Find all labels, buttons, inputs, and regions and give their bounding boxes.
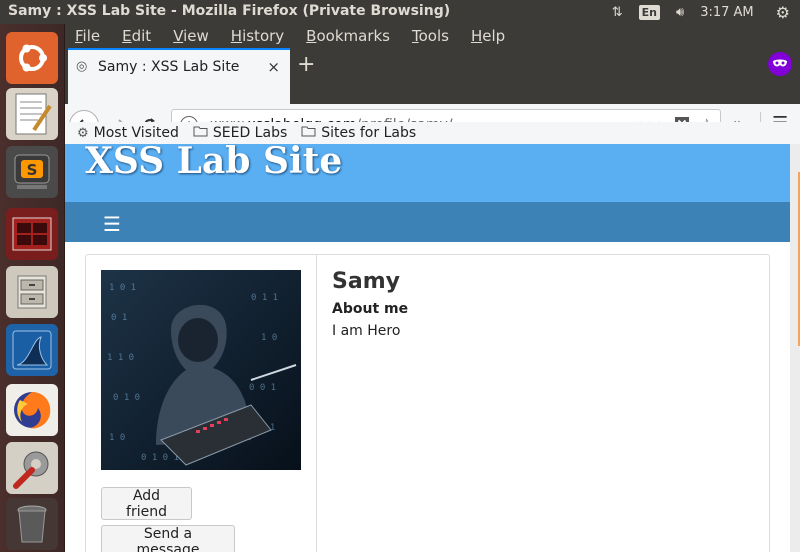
window-title: Samy : XSS Lab Site - Mozilla Firefox (P… <box>8 3 451 19</box>
about-me-label: About me <box>332 301 409 317</box>
page-viewport: XSS Lab Site ☰ 1 0 1 0 1 1 1 0 0 1 0 1 0 0… <box>65 144 790 552</box>
svg-text:0 0 1: 0 0 1 <box>249 383 276 393</box>
sublime-icon[interactable]: S <box>6 146 58 198</box>
wireshark-icon[interactable] <box>6 324 58 376</box>
tab-bar: ◎ Samy : XSS Lab Site × + i www.xsslabel… <box>65 48 800 146</box>
mask-icon <box>773 59 787 67</box>
firefox-logo-icon <box>14 392 51 429</box>
folder-icon <box>301 125 316 141</box>
ubuntu-logo-icon <box>19 44 47 72</box>
private-browsing-icon <box>768 52 792 76</box>
firefox-icon[interactable] <box>6 384 58 436</box>
unity-launcher: S <box>0 24 65 552</box>
bookmark-sites-for-labs[interactable]: Sites for Labs <box>301 125 416 141</box>
text-editor-icon[interactable] <box>6 88 58 140</box>
profile-sidebar: 1 0 10 11 1 0 0 1 01 0 0 1 11 00 0 1 1 1… <box>86 255 317 552</box>
firefox-window: File Edit View History Bookmarks Tools H… <box>65 24 800 552</box>
bookmark-most-visited[interactable]: ⚙ Most Visited <box>77 125 179 141</box>
avatar[interactable]: 1 0 10 11 1 0 0 1 01 0 0 1 11 00 0 1 1 1… <box>101 270 301 470</box>
folder-icon <box>193 125 208 141</box>
menu-view[interactable]: View <box>173 27 209 45</box>
new-tab-button[interactable]: + <box>297 52 315 77</box>
system-top-panel: Samy : XSS Lab Site - Mozilla Firefox (P… <box>0 0 800 24</box>
tab-title: Samy : XSS Lab Site <box>98 59 240 75</box>
trash-can-icon <box>17 505 47 543</box>
system-tray: ⇅ En 🔊︎ 3:17 AM ⚙ <box>604 0 800 24</box>
svg-text:1 0 1: 1 0 1 <box>109 283 136 293</box>
wireshark-fin-icon <box>12 330 52 370</box>
bookmark-label: Sites for Labs <box>321 125 417 141</box>
menu-bookmarks[interactable]: Bookmarks <box>306 27 390 45</box>
profile-name: Samy <box>332 269 400 294</box>
clock[interactable]: 3:17 AM <box>700 5 753 20</box>
svg-text:1 1 0: 1 1 0 <box>107 353 134 363</box>
send-message-button[interactable]: Send a message <box>101 525 235 552</box>
add-friend-button[interactable]: Add friend <box>101 487 192 520</box>
file-cabinet-icon <box>17 275 47 309</box>
gear-icon: ⚙ <box>77 125 89 141</box>
keyboard-layout-indicator[interactable]: En <box>638 4 661 20</box>
folder-shape-icon <box>301 126 316 137</box>
network-icon[interactable]: ⇅ <box>612 5 623 20</box>
menubar: File Edit View History Bookmarks Tools H… <box>65 24 800 48</box>
site-menu-icon[interactable]: ☰ <box>103 212 121 236</box>
terminal-icon[interactable] <box>6 208 58 260</box>
bookmark-label: Most Visited <box>93 125 179 141</box>
ubuntu-icon[interactable] <box>6 32 58 84</box>
menu-history[interactable]: History <box>231 27 284 45</box>
svg-text:0 1 1: 0 1 1 <box>251 293 278 303</box>
volume-icon[interactable]: 🔊︎ <box>676 5 684 20</box>
settings-icon[interactable] <box>6 442 58 494</box>
about-me-text: I am Hero <box>332 323 401 339</box>
svg-text:0 1: 0 1 <box>111 313 127 323</box>
menu-tools[interactable]: Tools <box>412 27 449 45</box>
close-tab-icon[interactable]: × <box>267 58 280 76</box>
trash-icon[interactable] <box>6 498 58 550</box>
profile-card: 1 0 10 11 1 0 0 1 01 0 0 1 11 00 0 1 1 1… <box>85 254 770 552</box>
files-icon[interactable] <box>6 266 58 318</box>
menu-edit[interactable]: Edit <box>122 27 151 45</box>
menu-help[interactable]: Help <box>471 27 505 45</box>
sublime-logo-icon: S <box>14 154 50 189</box>
keyboard-layout-label: En <box>638 4 661 20</box>
terminal-window-icon <box>12 217 52 251</box>
bookmark-label: SEED Labs <box>212 125 288 141</box>
page-favicon-icon: ◎ <box>76 59 88 74</box>
svg-text:1 0: 1 0 <box>261 333 277 343</box>
folder-shape-icon <box>193 126 208 137</box>
notepad-icon <box>15 93 52 135</box>
hacker-avatar-image: 1 0 10 11 1 0 0 1 01 0 0 1 11 00 0 1 1 1… <box>101 270 301 470</box>
gear-icon[interactable]: ⚙ <box>776 3 790 22</box>
svg-text:0 1 0 1: 0 1 0 1 <box>141 453 179 463</box>
svg-text:S: S <box>27 161 38 179</box>
menu-file[interactable]: File <box>75 27 100 45</box>
page-scrollbar[interactable] <box>790 144 800 552</box>
svg-text:1 0: 1 0 <box>109 433 125 443</box>
site-header: XSS Lab Site <box>65 144 790 202</box>
site-nav-bar: ☰ <box>65 202 790 242</box>
bookmark-seed-labs[interactable]: SEED Labs <box>193 125 287 141</box>
bookmarks-toolbar: ⚙ Most Visited SEED Labs Sites for Labs <box>65 122 800 144</box>
tab-samy[interactable]: ◎ Samy : XSS Lab Site × <box>68 48 290 104</box>
wrench-gear-icon <box>13 451 49 489</box>
svg-text:0 1 0: 0 1 0 <box>113 393 140 403</box>
site-title[interactable]: XSS Lab Site <box>85 144 342 182</box>
